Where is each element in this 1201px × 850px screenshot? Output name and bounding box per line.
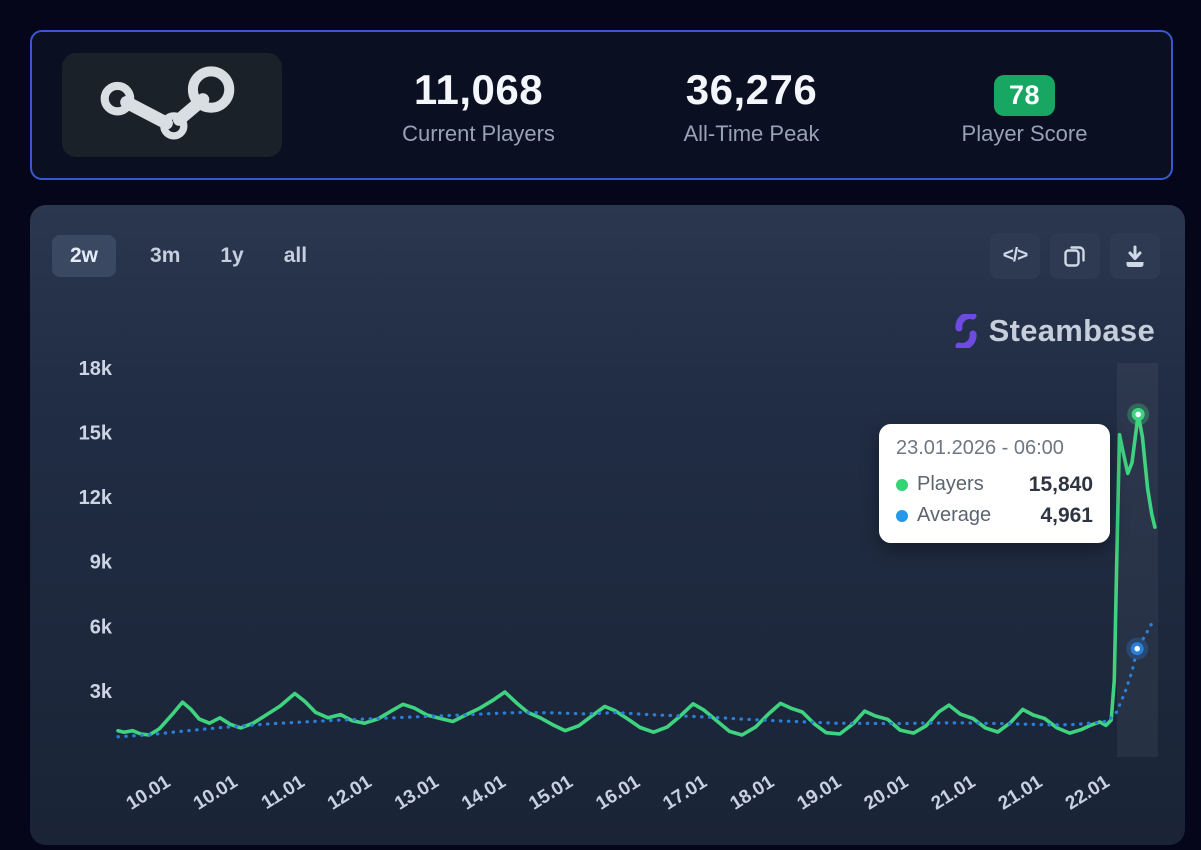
- x-axis-label: 13.01: [391, 771, 443, 814]
- range-button-2w[interactable]: 2w: [52, 235, 117, 277]
- tooltip-series-value: 4,961: [1040, 503, 1093, 527]
- series-average-line: [116, 617, 1157, 739]
- y-axis-label: 6k: [90, 616, 113, 638]
- embed-code-icon: </>: [1002, 245, 1029, 266]
- embed-code-button[interactable]: </>: [990, 233, 1040, 279]
- x-axis-label: 10.01: [190, 771, 242, 814]
- copy-button[interactable]: [1050, 233, 1100, 279]
- player-score-badge: 78: [993, 75, 1056, 116]
- chart-controls: 2w 3m 1y all </>: [52, 232, 1160, 280]
- download-button[interactable]: [1110, 233, 1160, 279]
- y-axis-label: 9k: [90, 552, 113, 574]
- range-button-3m[interactable]: 3m: [144, 235, 186, 277]
- y-axis-label: 15k: [79, 423, 113, 445]
- x-axis-label: 20.01: [861, 771, 913, 814]
- download-icon: [1126, 245, 1144, 267]
- stats-card: 11,068 Current Players 36,276 All-Time P…: [30, 30, 1173, 180]
- x-axis-label: 14.01: [458, 771, 510, 814]
- all-time-peak-value: 36,276: [685, 66, 818, 113]
- stat-current-players: 11,068 Current Players: [342, 63, 615, 147]
- chart-panel: 3k 6k 9k 12k 15k 18k 10.01 10.01 11.01 12.01 13.01…: [30, 205, 1185, 845]
- x-axis-label: 21.01: [995, 771, 1047, 814]
- copy-icon: [1064, 246, 1085, 267]
- steam-logo-tile[interactable]: [62, 53, 282, 157]
- x-axis-label: 18.01: [726, 771, 778, 814]
- x-axis-label: 21.01: [928, 771, 980, 814]
- x-axis-label: 22.01: [1062, 771, 1114, 814]
- tooltip-series-label: Players: [917, 473, 984, 495]
- highlight-point-players-core: [1135, 411, 1141, 418]
- legend-dot-average: [896, 509, 908, 522]
- tooltip-rows: Players 15,840 Average 4,961: [896, 469, 1093, 531]
- chart-actions: </>: [990, 233, 1160, 279]
- range-selector: 2w 3m 1y all: [52, 235, 313, 277]
- highlight-point-average-core: [1134, 645, 1140, 652]
- x-axis-label: 15.01: [525, 771, 577, 814]
- y-axis-label: 12k: [79, 487, 113, 509]
- tooltip-datetime: 23.01.2026 - 06:00: [896, 437, 1064, 459]
- steambase-wordmark: Steambase: [988, 313, 1155, 348]
- tooltip-series-label: Average: [917, 504, 992, 526]
- tooltip-row: Players 15,840: [896, 469, 1093, 500]
- tooltip-series-value: 15,840: [1028, 472, 1093, 496]
- x-axis-label: 12.01: [324, 771, 376, 814]
- x-axis-label: 11.01: [258, 771, 309, 814]
- player-score-label: Player Score: [961, 121, 1088, 146]
- y-axis-label: 3k: [90, 681, 113, 703]
- x-axis-label: 16.01: [592, 771, 644, 814]
- y-axis-label: 18k: [79, 358, 113, 380]
- current-players-label: Current Players: [402, 121, 555, 146]
- steambase-icon: [955, 314, 977, 348]
- stat-all-time-peak: 36,276 All-Time Peak: [615, 63, 888, 147]
- range-button-1y[interactable]: 1y: [214, 235, 249, 277]
- legend-dot-players: [896, 478, 908, 491]
- tooltip-row: Average 4,961: [896, 500, 1093, 531]
- chart-tooltip: 23.01.2026 - 06:00 Players 15,840 Average 4…: [879, 424, 1110, 543]
- stats-row: 11,068 Current Players 36,276 All-Time P…: [282, 63, 1171, 147]
- x-axis-label: 17.01: [659, 771, 711, 814]
- all-time-peak-label: All-Time Peak: [683, 121, 820, 146]
- x-axis-label: 10.01: [123, 771, 175, 814]
- steambase-logo: Steambase: [953, 313, 1155, 349]
- player-score-value-wrap: 78: [888, 63, 1161, 117]
- x-axis-label: 19.01: [794, 771, 846, 814]
- range-button-all[interactable]: all: [278, 235, 313, 277]
- steam-icon: [100, 66, 235, 140]
- current-players-value: 11,068: [413, 66, 544, 113]
- stat-player-score: 78 Player Score: [888, 63, 1161, 147]
